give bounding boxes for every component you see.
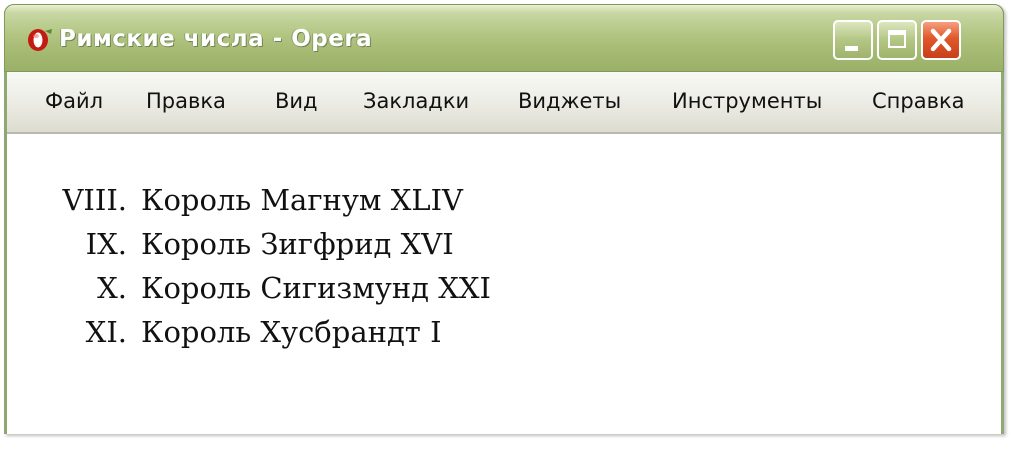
maximize-icon [888, 30, 906, 48]
maximize-button[interactable] [877, 20, 917, 60]
list-item-number: X. [97, 271, 127, 305]
menu-help[interactable]: Справка [872, 72, 965, 130]
list-item-text: Король Хусбрандт I [141, 315, 442, 349]
menu-bookmarks[interactable]: Закладки [363, 72, 469, 130]
list-item-number: VIII. [62, 183, 127, 217]
window-title: Римские числа - Opera [59, 26, 373, 52]
list-item-number: IX. [85, 227, 127, 261]
close-icon [930, 28, 952, 52]
minimize-icon [845, 46, 858, 51]
list-item-text: Король Сигизмунд XXI [141, 271, 491, 305]
title-bar[interactable]: Римские числа - Opera [4, 4, 1004, 72]
page-content: VIII. Король Магнум XLIV IX. Король Зигф… [7, 134, 1001, 434]
menu-edit[interactable]: Правка [146, 72, 226, 130]
list-item-number: XI. [85, 315, 127, 349]
list-item-text: Король Магнум XLIV [141, 183, 464, 217]
minimize-button[interactable] [833, 20, 873, 60]
menu-file[interactable]: Файл [45, 72, 103, 130]
menu-view[interactable]: Вид [275, 72, 318, 130]
browser-window: Римские числа - Opera Файл Правка Вид За… [4, 4, 1004, 434]
menu-widgets[interactable]: Виджеты [518, 72, 621, 130]
menu-bar: Файл Правка Вид Закладки Виджеты Инструм… [7, 72, 1001, 134]
menu-tools[interactable]: Инструменты [672, 72, 822, 130]
opera-icon[interactable] [25, 25, 53, 53]
list-item-text: Король Зигфрид XVI [141, 227, 454, 261]
close-button[interactable] [921, 20, 961, 60]
